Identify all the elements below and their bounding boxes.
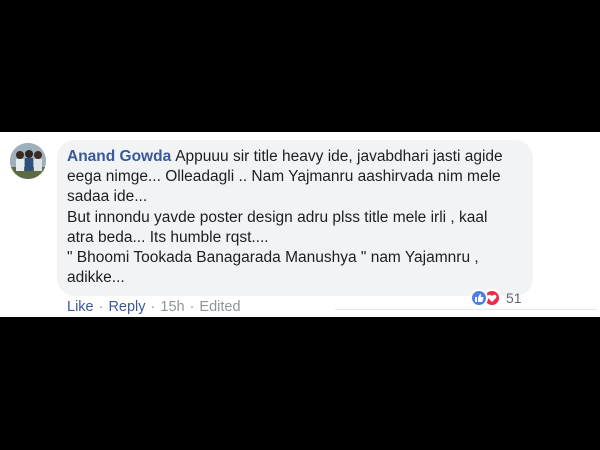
divider	[335, 309, 597, 310]
separator-dot: ·	[98, 299, 104, 315]
reply-button[interactable]: Reply	[108, 298, 145, 316]
separator-dot: ·	[150, 299, 156, 315]
avatar[interactable]	[10, 143, 46, 179]
timestamp-link[interactable]: 15h	[160, 298, 184, 316]
like-reaction-icon	[470, 289, 488, 307]
reaction-summary[interactable]: 51	[470, 288, 522, 308]
comment-body: Anand Gowda Appuuu sir title heavy ide, j…	[67, 147, 517, 288]
comment-author[interactable]: Anand Gowda	[67, 148, 171, 165]
comment-actions: Like · Reply · 15h · Edited	[67, 298, 241, 316]
comment-text-line: But innondu yavde poster design adru pls…	[67, 208, 488, 246]
avatar-photo	[10, 143, 46, 179]
edited-label[interactable]: Edited	[199, 298, 240, 316]
like-button[interactable]: Like	[67, 298, 94, 316]
separator-dot: ·	[189, 299, 195, 315]
reaction-count: 51	[506, 290, 522, 306]
comment-text-line: " Bhoomi Tookada Banagarada Manushya " n…	[67, 249, 479, 287]
